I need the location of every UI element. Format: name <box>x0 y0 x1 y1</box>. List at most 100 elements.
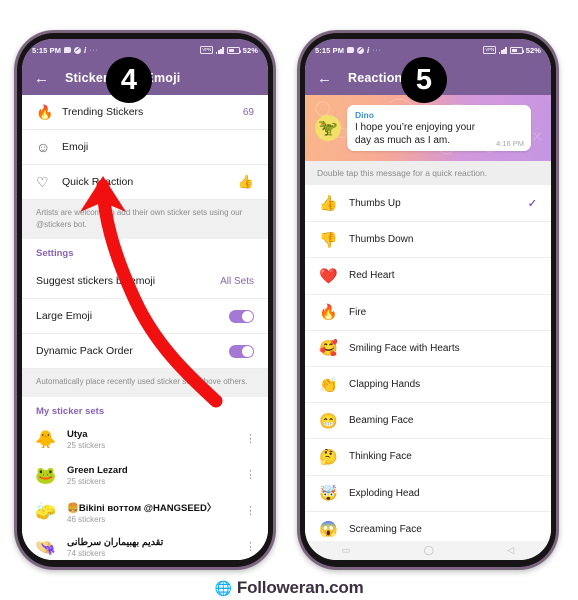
message-sender: Dino <box>355 110 374 120</box>
large-emoji-toggle[interactable] <box>229 309 254 323</box>
artists-note-text: Artists are welcome to add their own sti… <box>36 208 243 229</box>
android-nav-bar: ▭ ◯ ◁ <box>305 541 551 560</box>
nav-recents-button[interactable]: ◁ <box>507 545 514 556</box>
phone-screen-right: 5:15 PM i ··· VPN 52% ← Reactions 🦖 Dino… <box>305 39 551 560</box>
reaction-row-fire[interactable]: 🔥 Fire <box>305 293 551 330</box>
reaction-label: Exploding Head <box>349 487 420 499</box>
status-bar-right: VPN 52% <box>483 46 541 55</box>
kebab-menu-icon[interactable]: ⋮ <box>245 542 256 553</box>
reaction-label: Smiling Face with Hearts <box>349 342 460 354</box>
settings-section-header: Settings <box>22 239 268 265</box>
my-sticker-sets-header: My sticker sets <box>22 396 268 422</box>
reaction-label: Screaming Face <box>349 523 422 535</box>
reactions-list: 👍 Thumbs Up ✓ 👎 Thumbs Down ❤️ Red Heart… <box>305 185 551 547</box>
reaction-row-smiling-face-with-hearts[interactable]: 🥰 Smiling Face with Hearts <box>305 329 551 366</box>
reaction-label: Fire <box>349 306 367 318</box>
reaction-emoji: 🤔 <box>319 448 338 466</box>
sticker-set-name: تقدیم بهبیماران سرطانی <box>67 537 164 549</box>
reaction-label: Thumbs Up <box>349 197 401 209</box>
mute-icon <box>357 46 365 54</box>
sticker-set-thumbnail: 🧽 <box>35 501 57 521</box>
sticker-set-name: Green Lezard <box>67 465 128 477</box>
sticker-set-count: 74 stickers <box>67 549 106 559</box>
reaction-label: Thumbs Down <box>349 234 414 246</box>
sticker-set-meta: تقدیم بهبیماران سرطانی 74 stickers <box>67 537 163 558</box>
back-arrow-icon[interactable]: ← <box>34 71 49 86</box>
status-bar-left: 5:15 PM i ··· <box>315 46 381 55</box>
info-icon: i <box>84 45 87 55</box>
reaction-row-clapping-hands[interactable]: 👏 Clapping Hands <box>305 365 551 403</box>
row-large-emoji[interactable]: Large Emoji <box>22 299 268 335</box>
kebab-menu-icon[interactable]: ⋮ <box>245 470 256 481</box>
signal-bars-icon <box>216 46 224 54</box>
sticker-set-meta: 🍔Bikini вoттoм @HANGSEED〉 46 stickers <box>67 500 216 524</box>
sticker-set-name: 🍔Bikini вoттoм @HANGSEED〉 <box>67 502 217 514</box>
phone-right: 5:15 PM i ··· VPN 52% ← Reactions 🦖 Dino… <box>297 30 559 570</box>
reaction-emoji: 👍 <box>319 195 338 213</box>
sticker-set-count: 25 stickers <box>67 477 106 487</box>
battery-icon <box>509 46 524 54</box>
checkmark-icon: ✓ <box>527 197 537 210</box>
row-emoji[interactable]: ☺ Emoji <box>22 130 268 165</box>
row-dynamic-pack-order[interactable]: Dynamic Pack Order <box>22 334 268 370</box>
site-name: Followeran.com <box>236 578 364 597</box>
message-time: 4:16 PM <box>496 139 524 148</box>
row-label: Emoji <box>62 141 89 153</box>
row-label: Suggest stickers by emoji <box>36 275 156 288</box>
reaction-emoji: 😱 <box>319 521 338 539</box>
phone-bezel: 5:15 PM i ··· VPN 52% ← Stickers Emoji 🔥… <box>17 33 273 567</box>
nav-back-button[interactable]: ▭ <box>342 545 351 556</box>
reaction-row-exploding-head[interactable]: 🤯 Exploding Head <box>305 474 551 511</box>
battery-icon <box>226 46 241 54</box>
chat-message-preview: 🦖 Dino I hope you’re enjoying your day a… <box>305 95 551 161</box>
sticker-set-meta: Green Lezard 25 stickers <box>67 465 128 486</box>
phone-screen-left: 5:15 PM i ··· VPN 52% ← Stickers Emoji 🔥… <box>22 39 268 560</box>
reaction-row-red-heart[interactable]: ❤️ Red Heart <box>305 257 551 294</box>
reaction-row-thumbs-down[interactable]: 👎 Thumbs Down <box>305 221 551 258</box>
row-label: Dynamic Pack Order <box>36 345 133 358</box>
dynamic-pack-note: Automatically place recently used sticke… <box>22 369 268 397</box>
sticker-set-thumbnail: 👒 <box>35 537 57 557</box>
sticker-set-meta: Utya 25 stickers <box>67 429 105 450</box>
screenshot-stage: 5:15 PM i ··· VPN 52% ← Stickers Emoji 🔥… <box>0 0 578 600</box>
battery-percent: 52% <box>525 45 541 55</box>
sticker-set-row[interactable]: 🧽 🍔Bikini вoттoм @HANGSEED〉 46 stickers … <box>22 493 268 530</box>
watermark-footer: 🌐 Followeran.com <box>0 578 578 598</box>
row-label: Large Emoji <box>36 310 93 323</box>
row-label: Trending Stickers <box>62 106 144 118</box>
reaction-row-beaming-face[interactable]: 😁 Beaming Face <box>305 402 551 439</box>
status-bar-left: 5:15 PM i ··· <box>32 46 98 55</box>
sticker-set-row[interactable]: 👒 تقدیم بهبیماران سرطانی 74 stickers ⋮ <box>22 529 268 560</box>
message-bubble[interactable]: Dino I hope you’re enjoying your day as … <box>347 105 531 151</box>
message-bubble-icon <box>64 47 72 53</box>
smiley-icon: ☺ <box>36 139 51 155</box>
reaction-label: Beaming Face <box>349 415 414 427</box>
fire-icon: 🔥 <box>36 103 54 120</box>
step-badge-5: 5 <box>401 57 447 103</box>
row-quick-reaction[interactable]: ♡ Quick Reaction 👍 <box>22 165 268 200</box>
dynamic-pack-order-toggle[interactable] <box>229 344 254 358</box>
globe-icon: 🌐 <box>214 579 232 596</box>
sticker-set-thumbnail: 🐥 <box>35 429 57 449</box>
step-badge-4: 4 <box>106 57 152 103</box>
reaction-emoji: 👏 <box>319 376 338 394</box>
info-icon: i <box>367 45 370 55</box>
reaction-row-thinking-face[interactable]: 🤔 Thinking Face <box>305 438 551 475</box>
reaction-emoji: 🥰 <box>319 340 338 358</box>
signal-bars-icon <box>499 46 507 54</box>
kebab-menu-icon[interactable]: ⋮ <box>245 506 256 517</box>
reaction-row-thumbs-up[interactable]: 👍 Thumbs Up ✓ <box>305 185 551 222</box>
vpn-icon: VPN <box>200 46 214 54</box>
row-label: Quick Reaction <box>62 176 134 188</box>
row-trending-stickers[interactable]: 🔥 Trending Stickers 69 <box>22 95 268 130</box>
suggest-stickers-value: All Sets <box>220 275 254 287</box>
sticker-set-row[interactable]: 🐥 Utya 25 stickers ⋮ <box>22 421 268 458</box>
back-arrow-icon[interactable]: ← <box>317 71 332 86</box>
kebab-menu-icon[interactable]: ⋮ <box>245 434 256 445</box>
reaction-label: Clapping Hands <box>349 379 421 391</box>
sticker-set-row[interactable]: 🐸 Green Lezard 25 stickers ⋮ <box>22 457 268 494</box>
status-bar: 5:15 PM i ··· VPN 52% <box>22 39 268 61</box>
nav-home-button[interactable]: ◯ <box>424 545 434 556</box>
row-suggest-stickers-by-emoji[interactable]: Suggest stickers by emoji All Sets <box>22 264 268 300</box>
quick-reaction-hint: Double tap this message for a quick reac… <box>305 161 551 185</box>
